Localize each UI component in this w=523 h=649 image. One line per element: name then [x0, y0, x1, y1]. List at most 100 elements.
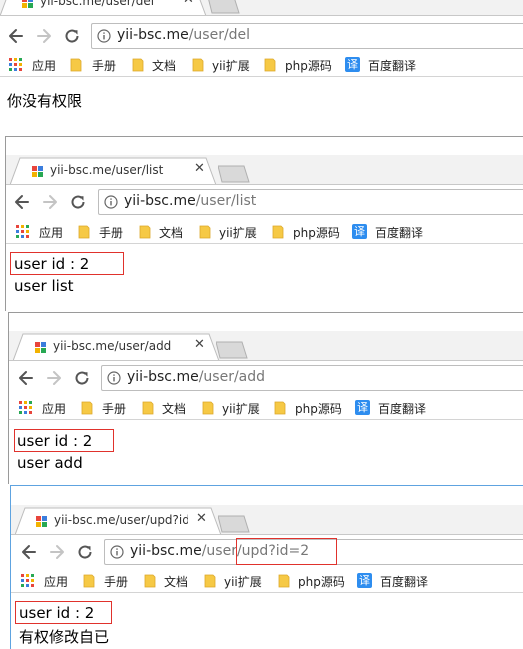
folder-icon [202, 401, 214, 415]
new-tab-button[interactable] [208, 0, 242, 14]
bookmark-label: yii扩展 [224, 575, 262, 589]
bookmark-label: php源码 [293, 226, 340, 240]
page-content: user id : 2 有权修改自已 [11, 594, 523, 649]
close-icon[interactable]: ✕ [196, 511, 207, 526]
url-host: yii-bsc.me [127, 369, 199, 385]
tab-strip-border [0, 15, 523, 16]
back-arrow-icon[interactable] [6, 26, 26, 46]
forward-arrow-icon[interactable] [34, 26, 54, 46]
bookmark-label: yii扩展 [219, 226, 257, 240]
bookmarks-bar: 应用 手册 文档 yii扩展 php源码 译百度翻译 [0, 53, 523, 77]
tab-active[interactable]: yii-bsc.me/user/upd?id ✕ [15, 507, 225, 535]
close-icon[interactable]: ✕ [194, 337, 205, 352]
reload-icon[interactable] [75, 542, 95, 562]
forward-arrow-icon[interactable] [44, 368, 64, 388]
folder-icon [83, 574, 95, 588]
reload-icon[interactable] [62, 26, 82, 46]
tab-strip-border [11, 534, 523, 535]
bookmark-label: 文档 [162, 402, 187, 416]
bookmark-label: php源码 [298, 575, 345, 589]
bookmark-label: yii扩展 [222, 402, 260, 416]
content-line-2: user list [14, 277, 74, 295]
browser-window-add: yii-bsc.me/user/add ✕ yii-bsc.me/user/ad… [8, 312, 523, 484]
tab-strip-border [9, 360, 523, 361]
back-arrow-icon[interactable] [16, 368, 36, 388]
folder-icon [192, 58, 204, 72]
address-bar[interactable]: yii-bsc.me/user/del [91, 23, 523, 49]
content-line-1: user id : 2 [17, 432, 93, 450]
info-icon[interactable] [97, 29, 111, 43]
tab-strip: yii-bsc.me/user/del ✕ [0, 0, 523, 16]
bookmark-label: 应用 [42, 402, 67, 416]
toolbar: yii-bsc.me/user/del [0, 21, 523, 51]
url-text: yii-bsc.me/user/list [124, 193, 256, 209]
browser-window-del: yii-bsc.me/user/del ✕ yii-bsc.me/user/de… [0, 0, 523, 126]
folder-icon [204, 574, 216, 588]
url-host: yii-bsc.me [130, 543, 202, 559]
bookmark-label: php源码 [285, 59, 332, 73]
bookmark-label: 文档 [152, 59, 177, 73]
toolbar: yii-bsc.me/user/add [9, 363, 523, 393]
toolbar: yii-bsc.me/user/list [6, 187, 523, 217]
address-bar[interactable]: yii-bsc.me/user/list [98, 189, 523, 215]
site-favicon-icon [35, 342, 46, 353]
folder-icon [278, 574, 290, 588]
folder-icon [70, 58, 82, 72]
tab-active[interactable]: yii-bsc.me/user/del ✕ [0, 0, 210, 16]
new-tab-button[interactable] [218, 515, 252, 533]
forward-arrow-icon[interactable] [40, 192, 60, 212]
new-tab-button[interactable] [218, 165, 252, 183]
tab-title: yii-bsc.me/user/del [40, 0, 155, 8]
bookmark-label: 百度翻译 [368, 59, 417, 73]
tab-active[interactable]: yii-bsc.me/user/add ✕ [13, 333, 223, 361]
apps-grid-icon [21, 574, 35, 588]
bookmark-label: 应用 [44, 575, 69, 589]
folder-icon [78, 225, 90, 239]
folder-icon [264, 58, 276, 72]
bookmarks-bar: 应用 手册 文档 yii扩展 php源码 译百度翻译 [9, 396, 523, 420]
bookmarks-bar: 应用 手册 文档 yii扩展 php源码 译百度翻译 [6, 220, 523, 244]
baidu-translate-icon: 译 [355, 400, 370, 415]
toolbar: yii-bsc.me/user/upd?id=2 [11, 537, 523, 567]
url-host: yii-bsc.me [124, 193, 196, 209]
address-bar[interactable]: yii-bsc.me/user/upd?id=2 [104, 538, 523, 565]
site-favicon-icon [36, 516, 47, 527]
apps-grid-icon [16, 225, 30, 239]
reload-icon[interactable] [68, 192, 88, 212]
content-line-2: 有权修改自已 [19, 628, 110, 646]
content-line-1: user id : 2 [14, 255, 90, 273]
page-content: user id : 2 user add [9, 421, 523, 484]
site-favicon-icon [32, 166, 43, 177]
info-icon[interactable] [107, 371, 121, 385]
info-icon[interactable] [110, 545, 124, 559]
content-line-1: user id : 2 [19, 604, 95, 622]
bookmark-label: 手册 [102, 402, 127, 416]
bookmark-label: 手册 [104, 575, 129, 589]
content-line-2: user add [17, 454, 83, 472]
tab-title: yii-bsc.me/user/add [53, 339, 172, 353]
forward-arrow-icon[interactable] [47, 542, 67, 562]
bookmark-label: 手册 [99, 226, 124, 240]
reload-icon[interactable] [72, 368, 92, 388]
bookmark-label: yii扩展 [212, 59, 250, 73]
content-line-1: 你没有权限 [7, 92, 83, 110]
baidu-translate-icon: 译 [352, 224, 367, 239]
tab-active[interactable]: yii-bsc.me/user/list ✕ [10, 157, 220, 185]
url-path: /user/add [198, 369, 266, 385]
info-icon[interactable] [104, 195, 118, 209]
new-tab-button[interactable] [216, 341, 250, 359]
close-icon[interactable]: ✕ [194, 161, 205, 176]
baidu-translate-icon: 译 [345, 57, 360, 72]
page-content: 你没有权限 [0, 78, 523, 126]
tab-strip-border [6, 184, 523, 185]
bookmark-label: 文档 [159, 226, 184, 240]
tab-strip: yii-bsc.me/user/upd?id ✕ [11, 505, 523, 535]
address-bar[interactable]: yii-bsc.me/user/add [101, 365, 523, 391]
close-icon[interactable]: ✕ [183, 0, 194, 7]
back-arrow-icon[interactable] [19, 542, 39, 562]
bookmark-label: 应用 [32, 59, 57, 73]
back-arrow-icon[interactable] [12, 192, 32, 212]
bookmark-label: 文档 [164, 575, 189, 589]
tab-strip: yii-bsc.me/user/list ✕ [6, 155, 523, 185]
url-path: /user/del [188, 27, 251, 43]
